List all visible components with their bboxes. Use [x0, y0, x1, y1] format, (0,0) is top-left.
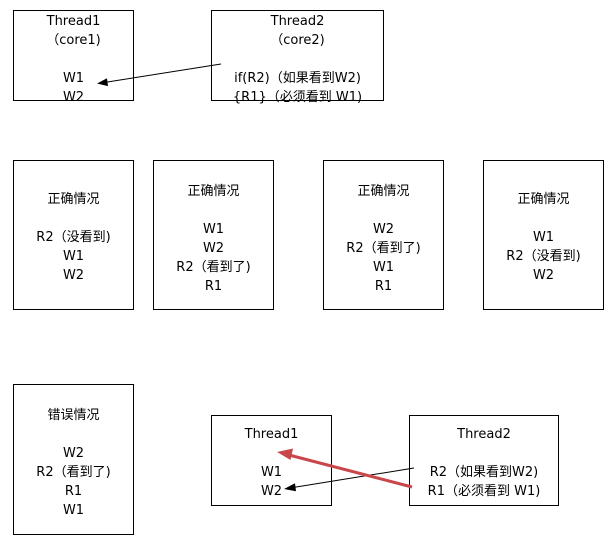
error-case-box: 错误情况 W2 R2（看到了) R1 W1 — [13, 384, 134, 535]
thread2-title: Thread2 — [270, 14, 325, 29]
case-line: W2 — [532, 268, 555, 283]
case-line: W2 — [372, 222, 395, 237]
case-line: W1 — [202, 222, 225, 237]
error-case-heading: 错误情况 — [47, 408, 100, 423]
case-line: W1 — [372, 260, 395, 275]
case-heading: 正确情况 — [357, 184, 410, 199]
correct-case-1-box: 正确情况 R2（没看到) W1 W2 — [13, 160, 134, 310]
thread1-line-w2: W2 — [62, 90, 85, 105]
case-heading: 正确情况 — [187, 184, 240, 199]
case-heading: 正确情况 — [517, 192, 570, 207]
case-line: R2（看到了) — [176, 260, 251, 275]
thread1-title: Thread1 — [46, 14, 101, 29]
bottom-thread2-box: Thread2 R2（如果看到W2) R1（必须看到 W1) — [409, 415, 559, 506]
correct-case-2-box: 正确情况 W1 W2 R2（看到了) R1 — [153, 160, 274, 310]
correct-case-4-box: 正确情况 W1 R2（没看到) W2 — [483, 160, 604, 310]
case-line: R1 — [374, 279, 393, 294]
thread2-line-r1: {R1}（必须看到 W1) — [232, 90, 363, 105]
bottom-thread2-line-r1: R1（必须看到 W1) — [427, 484, 541, 499]
bottom-thread1-title: Thread1 — [244, 427, 299, 442]
thread2-core-label: （core2) — [270, 33, 325, 48]
thread1-core1-box: Thread1 （core1) W1 W2 — [13, 10, 134, 105]
thread2-core2-box: Thread2 （core2) if(R2)（如果看到W2) {R1}（必须看到… — [211, 10, 384, 105]
case-line: W1 — [62, 249, 85, 264]
correct-case-3-box: 正确情况 W2 R2（看到了) W1 R1 — [323, 160, 444, 310]
case-line: R2（没看到) — [36, 230, 111, 245]
thread2-line-if-r2: if(R2)（如果看到W2) — [234, 71, 361, 86]
thread1-line-w1: W1 — [62, 71, 85, 86]
case-line: W2 — [202, 241, 225, 256]
error-case-line: R1 — [64, 484, 83, 499]
case-line: R2（没看到) — [506, 249, 581, 264]
error-case-line: W1 — [62, 503, 85, 518]
case-line: R2（看到了) — [346, 241, 421, 256]
error-case-line: W2 — [62, 446, 85, 461]
bottom-thread1-box: Thread1 W1 W2 — [211, 415, 332, 506]
thread1-core-label: （core1) — [46, 33, 101, 48]
case-heading: 正确情况 — [47, 192, 100, 207]
case-line: W2 — [62, 268, 85, 283]
bottom-thread2-line-r2: R2（如果看到W2) — [429, 465, 539, 480]
bottom-thread2-title: Thread2 — [457, 427, 511, 442]
bottom-thread1-line-w2: W2 — [260, 484, 283, 499]
case-line: W1 — [532, 230, 555, 245]
case-line: R1 — [204, 279, 223, 294]
bottom-thread1-line-w1: W1 — [260, 465, 283, 480]
error-case-line: R2（看到了) — [36, 465, 111, 480]
